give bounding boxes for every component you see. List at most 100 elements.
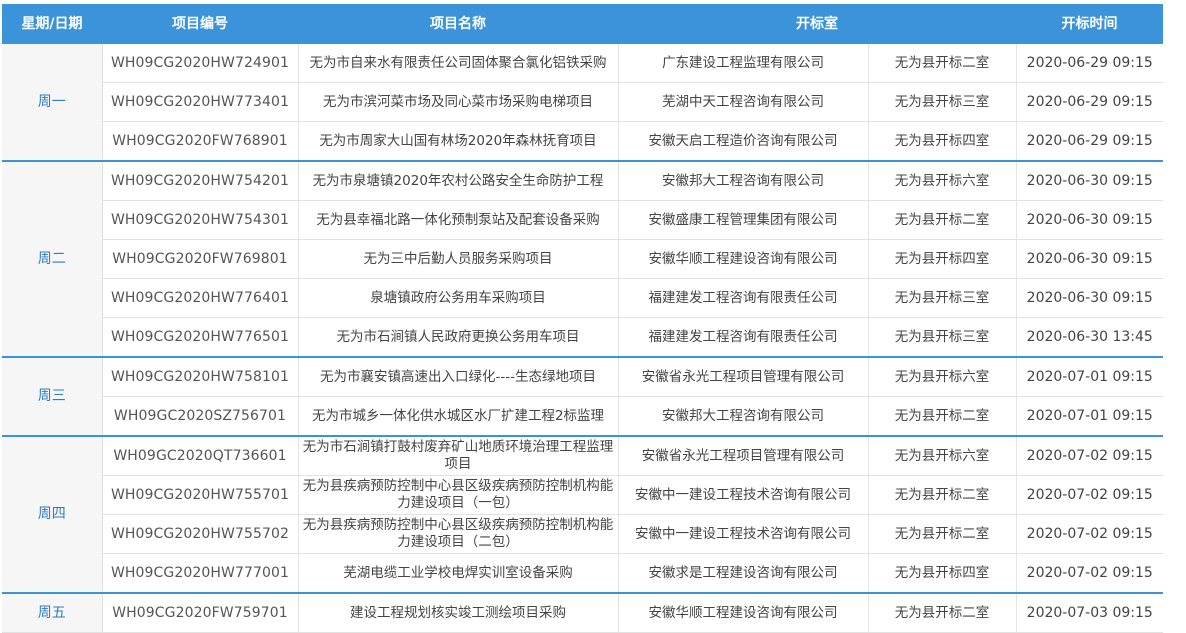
bid-time-cell: 2020-06-29 09:15 bbox=[1016, 42, 1163, 83]
agency-cell: 广东建设工程监理有限公司 bbox=[618, 42, 869, 83]
project-id-cell: WH09CG2020HW755702 bbox=[102, 514, 299, 554]
bid-time-cell: 2020-07-03 09:15 bbox=[1016, 592, 1163, 633]
bid-time-cell: 2020-06-30 13:45 bbox=[1016, 317, 1163, 358]
table-row[interactable]: 周五 WH09CG2020FW759701 建设工程规划核实竣工测绘项目采购 安徽华顺… bbox=[2, 592, 1163, 633]
day-cell: 周四 bbox=[2, 435, 103, 594]
project-id-cell: WH09CG2020HW724901 bbox=[102, 42, 299, 83]
day-cell: 周三 bbox=[2, 356, 103, 437]
project-id-cell: WH09CG2020HW758101 bbox=[102, 356, 299, 397]
bid-time-cell: 2020-06-30 09:15 bbox=[1016, 278, 1163, 318]
project-name-cell[interactable]: 芜湖电缆工业学校电焊实训室设备采购 bbox=[298, 553, 619, 594]
project-id-cell: WH09CG2020HW777001 bbox=[102, 553, 299, 594]
project-name-cell[interactable]: 建设工程规划核实竣工测绘项目采购 bbox=[298, 592, 619, 633]
project-name-cell[interactable]: 无为市石涧镇人民政府更换公务用车项目 bbox=[298, 317, 619, 358]
bid-schedule-container: 星期/日期 项目编号 项目名称 开标室 开标时间 周一 WH09CG2020HW7… bbox=[2, 4, 1163, 633]
table-row[interactable]: WH09CG2020FW768901 无为市周家大山国有林场2020年森林抚育项目… bbox=[2, 121, 1163, 162]
project-id-cell: WH09CG2020FW769801 bbox=[102, 239, 299, 279]
agency-cell: 安徽华顺工程建设咨询有限公司 bbox=[618, 239, 869, 279]
header-project-id: 项目编号 bbox=[102, 4, 298, 43]
bid-time-cell: 2020-06-30 09:15 bbox=[1016, 160, 1163, 201]
bid-room-cell: 无为县开标四室 bbox=[868, 239, 1017, 279]
project-name-cell[interactable]: 无为市石涧镇打鼓村废弃矿山地质环境治理工程监理项目 bbox=[298, 435, 619, 476]
agency-cell: 安徽天启工程造价咨询有限公司 bbox=[618, 121, 869, 162]
table-row[interactable]: WH09GC2020SZ756701 无为市城乡一体化供水城区水厂扩建工程2标监理… bbox=[2, 396, 1163, 437]
bid-room-cell: 无为县开标二室 bbox=[868, 475, 1017, 515]
project-id-cell: WH09CG2020HW773401 bbox=[102, 82, 299, 122]
agency-cell: 安徽邦大工程咨询有限公司 bbox=[618, 396, 869, 437]
agency-cell: 福建建发工程咨询有限责任公司 bbox=[618, 317, 869, 358]
bid-room-cell: 无为县开标四室 bbox=[868, 121, 1017, 162]
agency-cell: 安徽省永光工程项目管理有限公司 bbox=[618, 435, 869, 476]
bid-room-cell: 无为县开标三室 bbox=[868, 317, 1017, 358]
agency-cell: 安徽中一建设工程技术咨询有限公司 bbox=[618, 475, 869, 515]
table-row[interactable]: 周二 WH09CG2020HW754201 无为市泉塘镇2020年农村公路安全生命防… bbox=[2, 160, 1163, 358]
table-row[interactable]: WH09CG2020HW777001 芜湖电缆工业学校电焊实训室设备采购 安徽求是工… bbox=[2, 553, 1163, 594]
bid-room-cell: 无为县开标三室 bbox=[868, 278, 1017, 318]
project-id-cell: WH09CG2020HW776401 bbox=[102, 278, 299, 318]
table-row[interactable]: WH09CG2020HW773401 无为市滨河菜市场及同心菜市场采购电梯项目 芜湖… bbox=[2, 82, 1163, 122]
bid-room-cell: 无为县开标二室 bbox=[868, 42, 1017, 83]
header-day: 星期/日期 bbox=[2, 4, 102, 43]
project-id-cell: WH09CG2020HW754201 bbox=[102, 160, 299, 201]
project-name-cell[interactable]: 无为县疾病预防控制中心县区级疾病预防控制机构能力建设项目（一包） bbox=[298, 475, 619, 515]
bid-time-cell: 2020-07-02 09:15 bbox=[1016, 475, 1163, 515]
table-row[interactable]: WH09CG2020FW769801 无为三中后勤人员服务采购项目 安徽华顺工程建设… bbox=[2, 239, 1163, 279]
agency-cell: 福建建发工程咨询有限责任公司 bbox=[618, 278, 869, 318]
day-cell: 周一 bbox=[2, 42, 103, 162]
agency-cell: 安徽邦大工程咨询有限公司 bbox=[618, 160, 869, 201]
project-id-cell: WH09CG2020HW755701 bbox=[102, 475, 299, 515]
bid-time-cell: 2020-07-02 09:15 bbox=[1016, 514, 1163, 554]
bid-room-cell: 无为县开标二室 bbox=[868, 396, 1017, 437]
table-row[interactable]: WH09CG2020HW755702 无为县疾病预防控制中心县区级疾病预防控制机构… bbox=[2, 514, 1163, 554]
agency-cell: 安徽华顺工程建设咨询有限公司 bbox=[618, 592, 869, 633]
agency-cell: 安徽省永光工程项目管理有限公司 bbox=[618, 356, 869, 397]
bid-room-cell: 无为县开标六室 bbox=[868, 160, 1017, 201]
table-body: 周一 WH09CG2020HW724901 无为市自来水有限责任公司固体聚合氯化铝铁… bbox=[2, 42, 1163, 633]
header-bid-time: 开标时间 bbox=[1016, 4, 1163, 43]
project-id-cell: WH09CG2020FW759701 bbox=[102, 592, 299, 633]
bid-time-cell: 2020-07-01 09:15 bbox=[1016, 356, 1163, 397]
project-name-cell[interactable]: 无为县幸福北路一体化预制泵站及配套设备采购 bbox=[298, 200, 619, 240]
day-cell: 周二 bbox=[2, 160, 103, 358]
table-row[interactable]: 周三 WH09CG2020HW758101 无为市襄安镇高速出入口绿化----生态绿… bbox=[2, 356, 1163, 437]
header-project-name: 项目名称 bbox=[298, 4, 618, 43]
project-name-cell[interactable]: 无为市周家大山国有林场2020年森林抚育项目 bbox=[298, 121, 619, 162]
project-id-cell: WH09CG2020HW754301 bbox=[102, 200, 299, 240]
table-row[interactable]: WH09CG2020HW754301 无为县幸福北路一体化预制泵站及配套设备采购安… bbox=[2, 200, 1163, 240]
project-name-cell[interactable]: 泉塘镇政府公务用车采购项目 bbox=[298, 278, 619, 318]
project-name-cell[interactable]: 无为市滨河菜市场及同心菜市场采购电梯项目 bbox=[298, 82, 619, 122]
agency-cell: 安徽求是工程建设咨询有限公司 bbox=[618, 553, 869, 594]
bid-room-cell: 无为县开标二室 bbox=[868, 592, 1017, 633]
header-bid-room: 开标室 bbox=[618, 4, 1016, 43]
table-row[interactable]: 周一 WH09CG2020HW724901 无为市自来水有限责任公司固体聚合氯化铝铁… bbox=[2, 42, 1163, 162]
day-cell: 周五 bbox=[2, 592, 103, 633]
bid-time-cell: 2020-06-29 09:15 bbox=[1016, 121, 1163, 162]
agency-cell: 安徽盛康工程管理集团有限公司 bbox=[618, 200, 869, 240]
table-row[interactable]: WH09CG2020HW776501 无为市石涧镇人民政府更换公务用车项目 福建建发… bbox=[2, 317, 1163, 358]
bid-room-cell: 无为县开标三室 bbox=[868, 82, 1017, 122]
project-name-cell[interactable]: 无为三中后勤人员服务采购项目 bbox=[298, 239, 619, 279]
bid-time-cell: 2020-07-02 09:15 bbox=[1016, 435, 1163, 476]
bid-room-cell: 无为县开标二室 bbox=[868, 514, 1017, 554]
table-row[interactable]: 周四 WH09GC2020QT736601 无为市石涧镇打鼓村废弃矿山地质环境治理工… bbox=[2, 435, 1163, 594]
project-id-cell: WH09CG2020HW776501 bbox=[102, 317, 299, 358]
bid-room-cell: 无为县开标二室 bbox=[868, 200, 1017, 240]
project-name-cell[interactable]: 无为县疾病预防控制中心县区级疾病预防控制机构能力建设项目（二包） bbox=[298, 514, 619, 554]
project-id-cell: WH09GC2020QT736601 bbox=[102, 435, 299, 476]
project-name-cell[interactable]: 无为市泉塘镇2020年农村公路安全生命防护工程 bbox=[298, 160, 619, 201]
table-row[interactable]: WH09CG2020HW776401 泉塘镇政府公务用车采购项目 福建建发工程咨询有… bbox=[2, 278, 1163, 318]
bid-time-cell: 2020-07-01 09:15 bbox=[1016, 396, 1163, 437]
project-id-cell: WH09GC2020SZ756701 bbox=[102, 396, 299, 437]
agency-cell: 芜湖中天工程咨询有限公司 bbox=[618, 82, 869, 122]
bid-room-cell: 无为县开标四室 bbox=[868, 553, 1017, 594]
table-header: 星期/日期 项目编号 项目名称 开标室 开标时间 bbox=[2, 4, 1163, 43]
agency-cell: 安徽中一建设工程技术咨询有限公司 bbox=[618, 514, 869, 554]
project-name-cell[interactable]: 无为市城乡一体化供水城区水厂扩建工程2标监理 bbox=[298, 396, 619, 437]
header-row: 星期/日期 项目编号 项目名称 开标室 开标时间 bbox=[2, 4, 1163, 43]
bid-room-cell: 无为县开标六室 bbox=[868, 435, 1017, 476]
table-row[interactable]: WH09CG2020HW755701 无为县疾病预防控制中心县区级疾病预防控制机构… bbox=[2, 475, 1163, 515]
project-name-cell[interactable]: 无为市自来水有限责任公司固体聚合氯化铝铁采购 bbox=[298, 42, 619, 83]
bid-time-cell: 2020-06-30 09:15 bbox=[1016, 200, 1163, 240]
bid-room-cell: 无为县开标六室 bbox=[868, 356, 1017, 397]
project-name-cell[interactable]: 无为市襄安镇高速出入口绿化----生态绿地项目 bbox=[298, 356, 619, 397]
